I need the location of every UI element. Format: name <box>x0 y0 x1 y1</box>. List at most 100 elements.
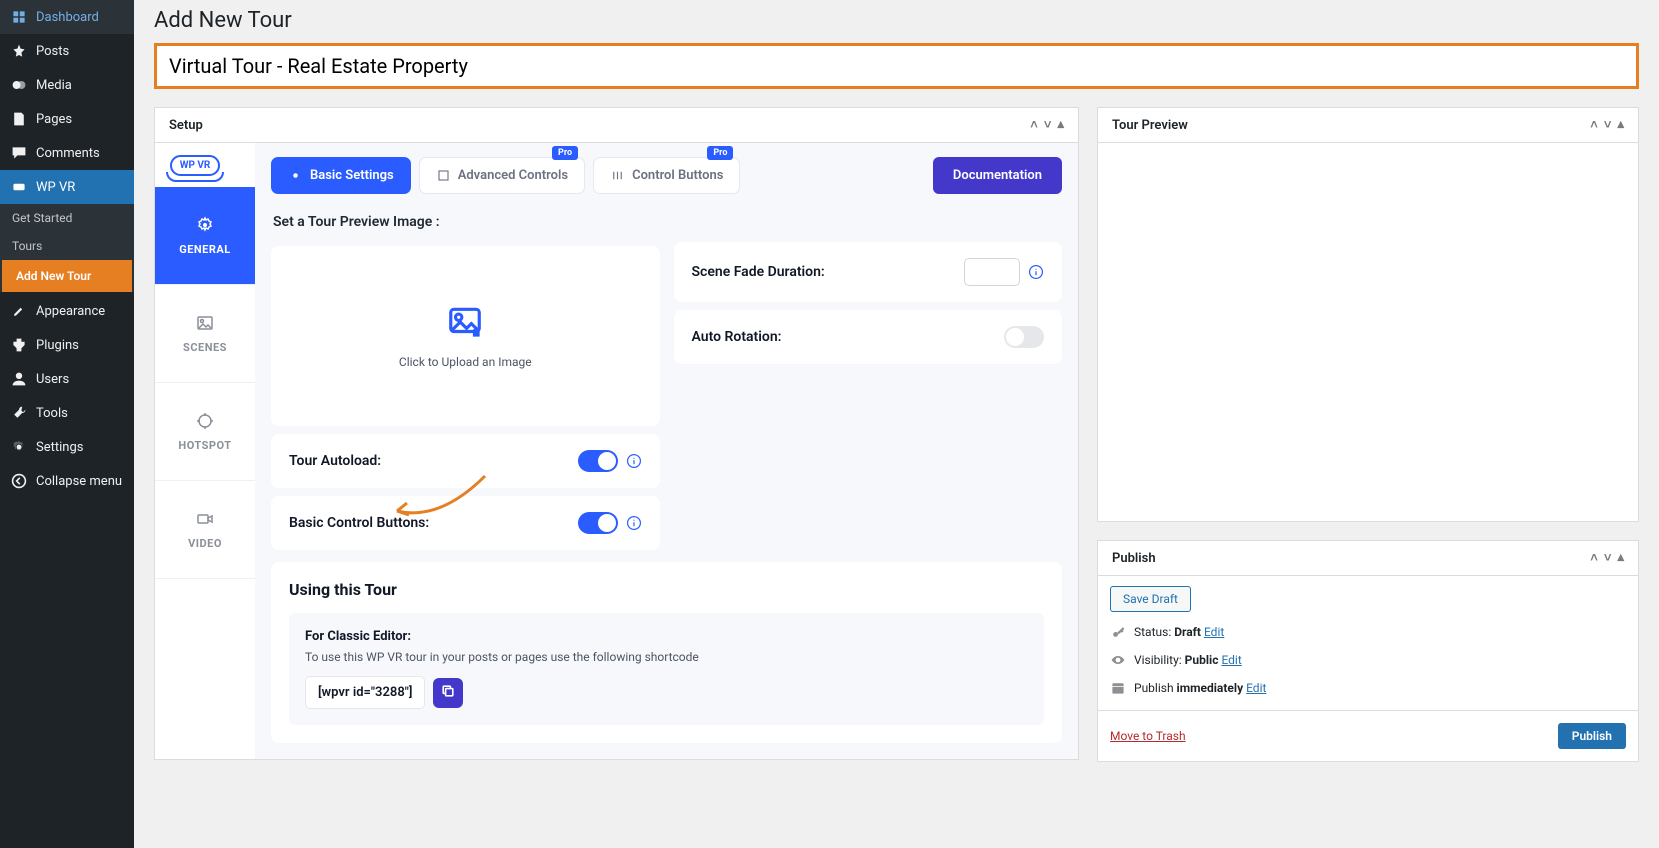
basic-controls-toggle[interactable] <box>578 512 618 534</box>
setup-panel-title: Setup <box>169 118 203 133</box>
copy-icon <box>440 683 456 703</box>
autorotation-label: Auto Rotation: <box>692 329 782 345</box>
sidebar-item-settings[interactable]: Settings <box>0 430 134 464</box>
chevron-up-icon[interactable]: ˄ <box>1030 117 1038 133</box>
sidebar-label: WP VR <box>36 180 75 195</box>
sidebar-label: Settings <box>36 440 83 455</box>
gear-icon <box>10 438 28 456</box>
sidebar-label: Users <box>36 372 69 387</box>
vtab-scenes[interactable]: SCENES <box>155 285 255 383</box>
publish-panel: Publish ˄ ˅ ▴ Save Draft Status: Draft E… <box>1097 540 1639 762</box>
sidebar-item-plugins[interactable]: Plugins <box>0 328 134 362</box>
sidebar-item-wpvr[interactable]: WP VR <box>0 170 134 204</box>
upload-image-area[interactable]: Click to Upload an Image <box>271 246 660 426</box>
preview-panel-header: Tour Preview ˄ ˅ ▴ <box>1098 108 1638 143</box>
key-icon <box>1110 624 1126 640</box>
publish-panel-title: Publish <box>1112 551 1156 566</box>
sidebar-item-pages[interactable]: Pages <box>0 102 134 136</box>
tour-title-input[interactable] <box>154 43 1639 89</box>
move-to-trash-link[interactable]: Move to Trash <box>1110 729 1186 743</box>
info-icon[interactable] <box>1028 264 1044 280</box>
tour-preview-body <box>1098 143 1638 521</box>
sidebar-label: Pages <box>36 112 72 127</box>
edit-status-link[interactable]: Edit <box>1204 625 1224 639</box>
sliders-icon <box>436 168 451 183</box>
sidebar-item-users[interactable]: Users <box>0 362 134 396</box>
preview-panel-title: Tour Preview <box>1112 118 1188 133</box>
htab-advanced-controls[interactable]: Pro Advanced Controls <box>419 157 585 194</box>
chevron-down-icon[interactable]: ˅ <box>1044 117 1052 133</box>
chevron-down-icon[interactable]: ˅ <box>1604 550 1612 566</box>
schedule-row: Publish immediately Edit <box>1110 680 1626 696</box>
vtab-hotspot[interactable]: HOTSPOT <box>155 383 255 481</box>
save-draft-button[interactable]: Save Draft <box>1110 586 1191 612</box>
page-icon <box>10 110 28 128</box>
documentation-button[interactable]: Documentation <box>933 157 1062 194</box>
info-icon[interactable] <box>626 453 642 469</box>
edit-visibility-link[interactable]: Edit <box>1221 653 1241 667</box>
info-icon[interactable] <box>626 515 642 531</box>
sidebar-label: Collapse menu <box>36 474 122 489</box>
sliders-icon <box>610 168 625 183</box>
fade-duration-input[interactable] <box>964 258 1020 286</box>
basic-controls-row: Basic Control Buttons: <box>271 496 660 550</box>
autoload-toggle[interactable] <box>578 450 618 472</box>
chevron-up-icon[interactable]: ˄ <box>1590 550 1598 566</box>
publish-panel-header: Publish ˄ ˅ ▴ <box>1098 541 1638 576</box>
sidebar-sub-get-started[interactable]: Get Started <box>0 204 134 232</box>
sidebar-sub-tours[interactable]: Tours <box>0 232 134 260</box>
vtab-general[interactable]: GENERAL <box>155 187 255 285</box>
wrench-icon <box>10 404 28 422</box>
status-row: Status: Draft Edit <box>1110 624 1626 640</box>
htab-label: Advanced Controls <box>458 168 568 183</box>
upload-image-icon <box>446 303 484 341</box>
sidebar-label: Dashboard <box>36 10 99 25</box>
using-tour-title: Using this Tour <box>289 580 1044 599</box>
visibility-row: Visibility: Public Edit <box>1110 652 1626 668</box>
copy-shortcode-button[interactable] <box>433 678 463 708</box>
target-icon <box>195 411 215 431</box>
eye-icon <box>1110 652 1126 668</box>
scene-fade-row: Scene Fade Duration: <box>674 242 1063 302</box>
sidebar-item-tools[interactable]: Tools <box>0 396 134 430</box>
sidebar-item-comments[interactable]: Comments <box>0 136 134 170</box>
gear-icon <box>195 215 215 235</box>
publish-button[interactable]: Publish <box>1558 723 1626 749</box>
upload-text: Click to Upload an Image <box>399 355 532 369</box>
brush-icon <box>10 302 28 320</box>
caret-up-icon[interactable]: ▴ <box>1617 117 1624 133</box>
sidebar-item-dashboard[interactable]: Dashboard <box>0 0 134 34</box>
autorotation-toggle[interactable] <box>1004 326 1044 348</box>
wpvr-icon <box>10 178 28 196</box>
calendar-icon <box>1110 680 1126 696</box>
sidebar-item-posts[interactable]: Posts <box>0 34 134 68</box>
caret-up-icon[interactable]: ▴ <box>1617 550 1624 566</box>
sidebar-item-media[interactable]: Media <box>0 68 134 102</box>
sidebar-label: Comments <box>36 146 100 161</box>
image-icon <box>195 313 215 333</box>
vtab-label: HOTSPOT <box>178 439 231 452</box>
vtab-label: VIDEO <box>188 537 222 550</box>
caret-up-icon[interactable]: ▴ <box>1057 117 1064 133</box>
sidebar-label: Posts <box>36 44 69 59</box>
vtab-video[interactable]: VIDEO <box>155 481 255 579</box>
edit-schedule-link[interactable]: Edit <box>1246 681 1266 695</box>
admin-sidebar: Dashboard Posts Media Pages Comments WP … <box>0 0 134 848</box>
htab-label: Basic Settings <box>310 168 394 183</box>
pin-icon <box>10 42 28 60</box>
vtab-label: GENERAL <box>179 243 231 256</box>
chevron-up-icon[interactable]: ˄ <box>1590 117 1598 133</box>
video-icon <box>195 509 215 529</box>
sidebar-item-appearance[interactable]: Appearance <box>0 294 134 328</box>
chevron-down-icon[interactable]: ˅ <box>1604 117 1612 133</box>
htab-control-buttons[interactable]: Pro Control Buttons <box>593 157 740 194</box>
vtab-label: SCENES <box>183 341 227 354</box>
sidebar-sub-add-new-tour[interactable]: Add New Tour <box>2 260 132 292</box>
htab-basic-settings[interactable]: Basic Settings <box>271 157 411 194</box>
collapse-icon <box>10 472 28 490</box>
sidebar-label: Plugins <box>36 338 79 353</box>
basic-controls-label: Basic Control Buttons: <box>289 515 429 531</box>
fade-label: Scene Fade Duration: <box>692 264 825 280</box>
sidebar-item-collapse[interactable]: Collapse menu <box>0 464 134 498</box>
pro-badge: Pro <box>552 146 578 160</box>
